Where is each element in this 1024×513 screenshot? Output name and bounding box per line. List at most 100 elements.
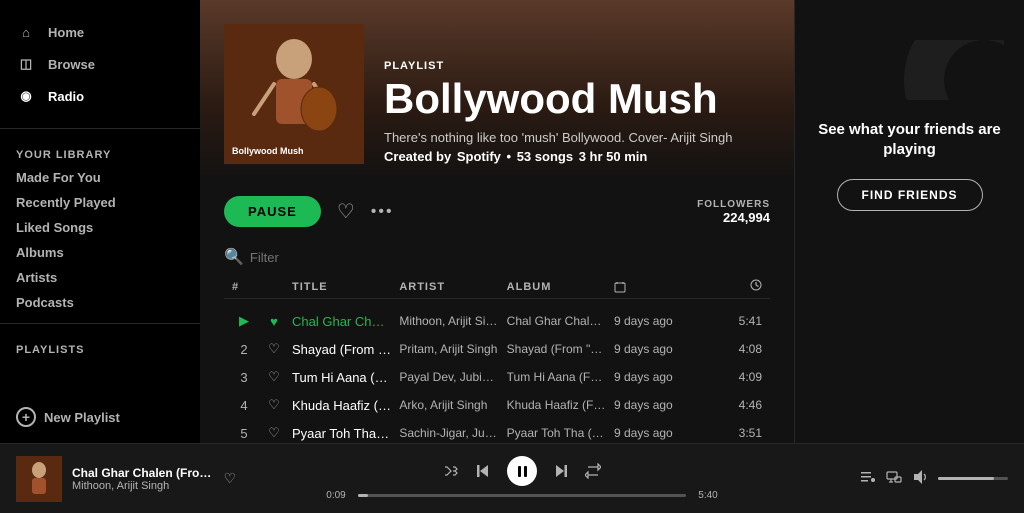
library-section-label: YOUR LIBRARY — [0, 137, 200, 165]
repeat-button[interactable] — [585, 463, 601, 479]
volume-bar[interactable] — [938, 477, 1008, 480]
playlist-cover: Bollywood Mush — [224, 24, 364, 164]
track-duration: 4:09 — [712, 370, 762, 384]
sidebar-item-recently-played[interactable]: Recently Played — [0, 190, 200, 215]
playlist-description: There's nothing like too 'mush' Bollywoo… — [384, 130, 770, 145]
track-row[interactable]: ▶ ♥ Chal Ghar Chalen (From "Malang - Unl… — [224, 307, 770, 335]
pause-play-button[interactable] — [507, 456, 537, 486]
devices-button[interactable] — [886, 469, 902, 488]
track-duration: 5:41 — [712, 314, 762, 328]
more-options-button[interactable]: ••• — [371, 203, 394, 221]
player-left: Chal Ghar Chalen (From "Mal... Mithoon, … — [16, 456, 236, 502]
progress-row: 0:09 5:40 — [322, 490, 722, 501]
track-artist: Arko, Arijit Singh — [399, 398, 498, 412]
track-date: 9 days ago — [614, 314, 704, 328]
col-header-album: ALBUM — [507, 281, 606, 293]
track-number: 3 — [232, 370, 256, 385]
track-list: # TITLE ARTIST ALBUM ▶ ♥ Chal Ghar Chale… — [200, 275, 794, 443]
total-time: 5:40 — [694, 490, 722, 501]
sidebar-item-made-for-you[interactable]: Made For You — [0, 165, 200, 190]
playlist-header: Bollywood Mush PLAYLIST Bollywood Mush T… — [200, 0, 794, 180]
sidebar-item-podcasts[interactable]: Podcasts — [0, 290, 200, 315]
track-title: Pyaar Toh Tha (From "Bala") — [292, 426, 391, 441]
track-list-header: # TITLE ARTIST ALBUM — [224, 275, 770, 299]
previous-button[interactable] — [475, 463, 491, 479]
sidebar-item-radio[interactable]: ◉ Radio — [0, 80, 200, 112]
shuffle-button[interactable] — [443, 463, 459, 479]
track-album: Tum Hi Aana (From "Marj... — [507, 370, 606, 384]
track-artist: Payal Dev, Jubin Nautiyal — [399, 370, 498, 384]
sidebar-item-home[interactable]: ⌂ Home — [0, 16, 200, 48]
track-number: 5 — [232, 426, 256, 441]
track-row[interactable]: 4 ♡ Khuda Haafiz (From "The Body") Arko,… — [224, 391, 770, 419]
new-playlist-label: New Playlist — [44, 410, 120, 425]
track-date: 9 days ago — [614, 342, 704, 356]
queue-button[interactable] — [860, 469, 876, 488]
sidebar: ⌂ Home ◫ Browse ◉ Radio YOUR LIBRARY Mad… — [0, 0, 200, 443]
track-duration: 4:08 — [712, 342, 762, 356]
right-panel: See what your friends are playing FIND F… — [794, 0, 1024, 443]
track-number: 4 — [232, 398, 256, 413]
playlist-meta: Created by Spotify • 53 songs 3 hr 50 mi… — [384, 149, 770, 164]
player-bar: Chal Ghar Chalen (From "Mal... Mithoon, … — [0, 443, 1024, 513]
now-playing-heart-btn[interactable]: ♡ — [223, 470, 236, 487]
track-date: 9 days ago — [614, 426, 704, 440]
sidebar-item-label: Radio — [48, 89, 84, 104]
playlists-section-label: PLAYLISTS — [0, 332, 200, 360]
track-album: Khuda Haafiz (From "The ... — [507, 398, 606, 412]
track-title: Tum Hi Aana (From "Marjaavaan") — [292, 370, 391, 385]
track-row[interactable]: 5 ♡ Pyaar Toh Tha (From "Bala") Sachin-J… — [224, 419, 770, 443]
track-title-cell: Tum Hi Aana (From "Marjaavaan") — [292, 370, 391, 385]
player-controls — [443, 456, 601, 486]
new-playlist-button[interactable]: + New Playlist — [0, 399, 200, 435]
player-center: 0:09 5:40 — [236, 456, 808, 501]
now-playing-info: Chal Ghar Chalen (From "Mal... Mithoon, … — [72, 466, 213, 492]
filter-input[interactable] — [250, 250, 426, 265]
filter-bar: 🔍 — [200, 243, 794, 275]
controls-bar: PAUSE ♡ ••• FOLLOWERS 224,994 — [200, 180, 794, 243]
track-heart-btn[interactable]: ♡ — [264, 425, 284, 441]
track-date: 9 days ago — [614, 370, 704, 384]
playlist-title: Bollywood Mush — [384, 76, 770, 122]
track-album: Chal Ghar Chalen (From "... — [507, 314, 606, 328]
followers-box: FOLLOWERS 224,994 — [697, 199, 770, 225]
track-artist: Pritam, Arijit Singh — [399, 342, 498, 356]
next-button[interactable] — [553, 463, 569, 479]
browse-icon: ◫ — [16, 54, 36, 74]
track-heart-btn[interactable]: ♥ — [264, 314, 284, 329]
track-heart-btn[interactable]: ♡ — [264, 397, 284, 413]
sidebar-item-label: Home — [48, 25, 84, 40]
track-title: Chal Ghar Chalen (From "Malang - Unleash… — [292, 314, 391, 329]
progress-bar[interactable] — [358, 494, 686, 497]
progress-fill — [358, 494, 368, 497]
track-heart-btn[interactable]: ♡ — [264, 369, 284, 385]
track-album: Pyaar Toh Tha (From "Bala") — [507, 426, 606, 440]
sidebar-item-artists[interactable]: Artists — [0, 265, 200, 290]
volume-button[interactable] — [912, 469, 928, 488]
radio-icon: ◉ — [16, 86, 36, 106]
find-friends-button[interactable]: FIND FRIENDS — [837, 179, 983, 211]
col-header-artist: ARTIST — [399, 281, 498, 293]
col-header-title: TITLE — [292, 281, 391, 293]
home-icon: ⌂ — [16, 22, 36, 42]
track-number: ▶ — [232, 313, 256, 329]
sidebar-item-albums[interactable]: Albums — [0, 240, 200, 265]
track-artist: Mithoon, Arijit Singh — [399, 314, 498, 328]
sidebar-nav: ⌂ Home ◫ Browse ◉ Radio — [0, 8, 200, 120]
track-title: Khuda Haafiz (From "The Body") — [292, 398, 391, 413]
pause-button[interactable]: PAUSE — [224, 196, 321, 227]
track-title-cell: Shayad (From "Love Aaj Kal") — [292, 342, 391, 357]
track-heart-btn[interactable]: ♡ — [264, 341, 284, 357]
sidebar-item-liked-songs[interactable]: Liked Songs — [0, 215, 200, 240]
sidebar-item-browse[interactable]: ◫ Browse — [0, 48, 200, 80]
heart-button[interactable]: ♡ — [337, 199, 355, 224]
track-album: Shayad (From "Love Aaj K... — [507, 342, 606, 356]
track-row[interactable]: 3 ♡ Tum Hi Aana (From "Marjaavaan") Paya… — [224, 363, 770, 391]
track-date: 9 days ago — [614, 398, 704, 412]
creator-name: Spotify — [457, 149, 501, 164]
playlist-info: PLAYLIST Bollywood Mush There's nothing … — [384, 60, 770, 164]
current-time: 0:09 — [322, 490, 350, 501]
track-artist: Sachin-Jigar, Jubin Nauti... — [399, 426, 498, 440]
track-row[interactable]: 2 ♡ Shayad (From "Love Aaj Kal") Pritam,… — [224, 335, 770, 363]
content-area: Bollywood Mush PLAYLIST Bollywood Mush T… — [200, 0, 794, 443]
